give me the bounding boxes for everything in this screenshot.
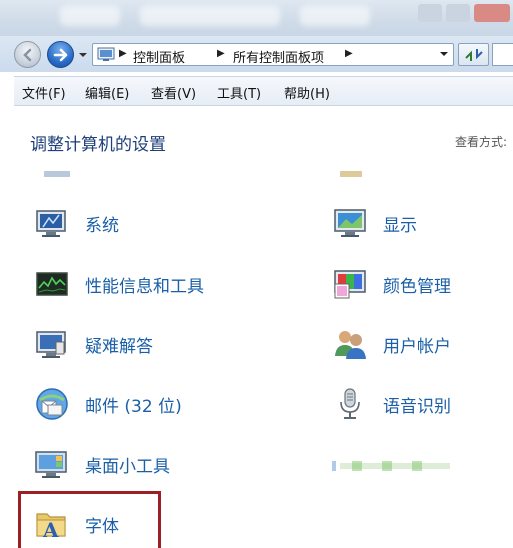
refresh-button[interactable] xyxy=(458,43,489,66)
item-user-accounts[interactable]: 用户帐户 xyxy=(332,322,451,366)
maximize-button[interactable] xyxy=(446,4,470,22)
menu-edit[interactable]: 编辑(E) xyxy=(85,83,129,102)
item-performance[interactable]: 性能信息和工具 xyxy=(34,262,204,306)
item-color-management[interactable]: 颜色管理 xyxy=(332,262,451,306)
refresh-icon xyxy=(464,48,483,61)
mail-icon xyxy=(34,386,70,422)
color-management-icon xyxy=(332,266,368,302)
navigation-bar: ▶ 控制面板 ▶ 所有控制面板项 ▶ xyxy=(0,36,513,72)
partial-item-icon xyxy=(332,461,450,471)
breadcrumb-control-panel[interactable]: 控制面板 xyxy=(133,47,185,66)
fonts-highlight-box xyxy=(18,491,161,548)
item-label: 性能信息和工具 xyxy=(85,276,204,297)
item-display[interactable]: 显示 xyxy=(332,201,417,245)
content-pane: 调整计算机的设置 查看方式: 系统 性能信息和工具 疑难解答 邮件 (32 位)… xyxy=(14,107,513,548)
item-label: 用户帐户 xyxy=(383,336,451,357)
item-label: 桌面小工具 xyxy=(85,456,170,477)
item-label: 颜色管理 xyxy=(383,276,451,297)
partial-item-icon xyxy=(340,171,362,177)
user-accounts-icon xyxy=(332,326,368,362)
page-title: 调整计算机的设置 xyxy=(30,135,166,155)
item-troubleshoot[interactable]: 疑难解答 xyxy=(34,322,153,366)
address-bar[interactable]: ▶ 控制面板 ▶ 所有控制面板项 ▶ xyxy=(92,43,454,66)
performance-icon xyxy=(34,266,70,302)
control-panel-icon xyxy=(97,47,115,61)
breadcrumb-separator-icon[interactable]: ▶ xyxy=(345,48,353,59)
blurred-tab xyxy=(60,6,120,26)
gadgets-icon xyxy=(34,446,70,482)
partial-item-icon xyxy=(44,171,70,177)
blurred-tab xyxy=(140,6,280,26)
item-label: 系统 xyxy=(85,215,119,236)
back-arrow-icon xyxy=(22,48,31,61)
menu-tools[interactable]: 工具(T) xyxy=(217,83,261,102)
back-button[interactable] xyxy=(14,41,41,68)
item-label: 显示 xyxy=(383,215,417,236)
breadcrumb-all-items[interactable]: 所有控制面板项 xyxy=(233,47,324,66)
display-icon xyxy=(332,205,368,241)
troubleshoot-icon xyxy=(34,326,70,362)
address-dropdown-icon[interactable] xyxy=(439,49,449,59)
window-titlebar xyxy=(0,0,513,36)
menu-help[interactable]: 帮助(H) xyxy=(284,83,330,102)
menu-view[interactable]: 查看(V) xyxy=(151,83,196,102)
menu-bar: 文件(F) 编辑(E) 查看(V) 工具(T) 帮助(H) xyxy=(14,76,513,106)
minimize-button[interactable] xyxy=(418,4,442,22)
breadcrumb-separator-icon: ▶ xyxy=(119,48,127,59)
recent-pages-chevron-icon[interactable] xyxy=(78,50,88,60)
view-mode-label[interactable]: 查看方式: xyxy=(455,133,507,150)
item-system[interactable]: 系统 xyxy=(34,201,119,245)
breadcrumb-separator-icon: ▶ xyxy=(217,48,225,59)
menu-file[interactable]: 文件(F) xyxy=(22,83,66,102)
speech-recognition-icon xyxy=(332,386,368,422)
item-speech-recognition[interactable]: 语音识别 xyxy=(332,382,451,426)
blurred-tab xyxy=(300,6,370,26)
forward-arrow-icon xyxy=(53,48,67,61)
item-gadgets[interactable]: 桌面小工具 xyxy=(34,442,170,486)
item-mail[interactable]: 邮件 (32 位) xyxy=(34,382,182,426)
forward-button[interactable] xyxy=(47,41,74,68)
close-button[interactable] xyxy=(474,4,510,22)
search-input[interactable] xyxy=(492,43,513,66)
item-label: 语音识别 xyxy=(383,396,451,417)
system-icon xyxy=(34,205,70,241)
item-label: 疑难解答 xyxy=(85,336,153,357)
item-label: 邮件 (32 位) xyxy=(85,396,182,417)
